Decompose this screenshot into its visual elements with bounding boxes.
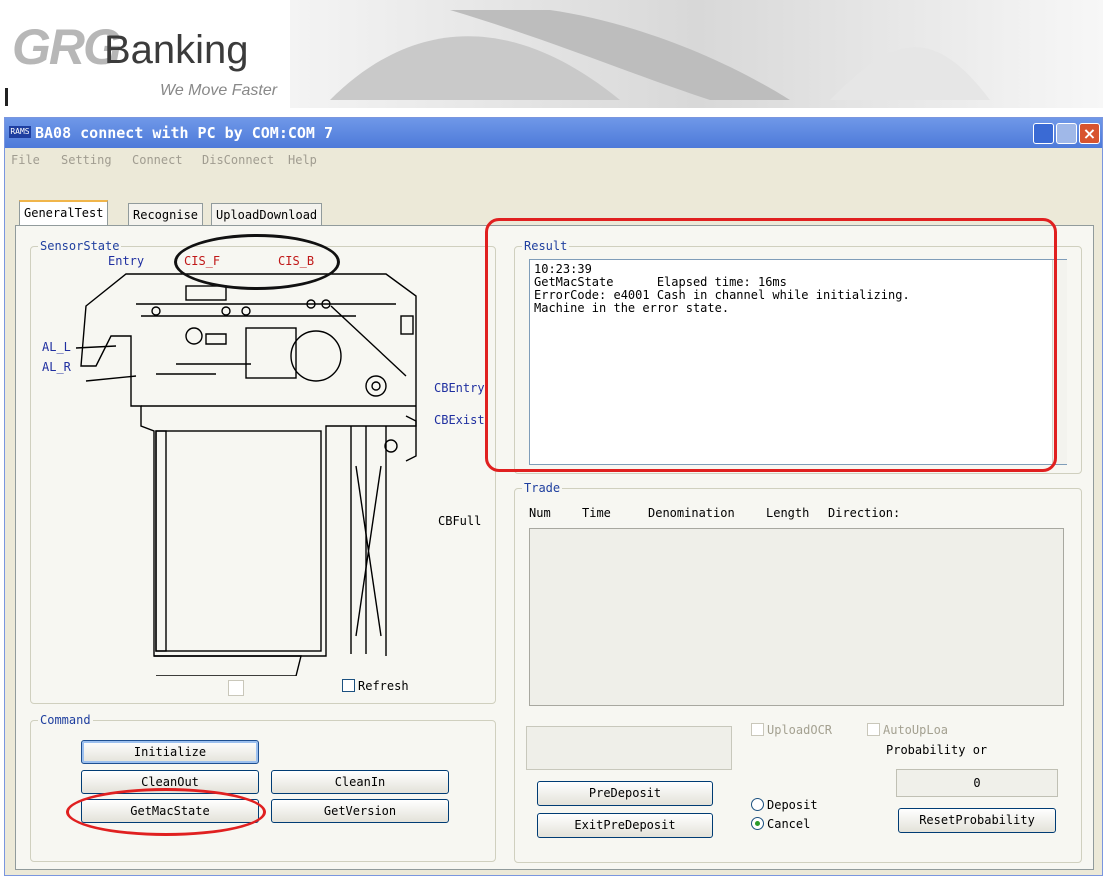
cis-annotation-ellipse (174, 234, 340, 290)
deposit-radio[interactable] (751, 798, 764, 811)
cancel-radio[interactable] (751, 817, 764, 830)
trade-col-time: Time (582, 506, 611, 520)
sensor-cbentry-label: CBEntry (434, 381, 485, 395)
resetprobability-button[interactable]: ResetProbability (898, 808, 1056, 833)
status-box (526, 726, 732, 770)
cleanin-button[interactable]: CleanIn (271, 770, 449, 794)
uploadocr-label: UploadOCR (767, 723, 833, 737)
machine-diagram (75, 273, 417, 676)
sensor-cbexist-label: CBExist (434, 413, 485, 427)
result-annotation-box (485, 218, 1057, 472)
tab-uploaddownload[interactable]: UploadDownload (211, 203, 323, 225)
tab-recognise[interactable]: Recognise (128, 203, 204, 225)
cancel-label: Cancel (767, 817, 811, 831)
tab-panel: SensorState Entry CIS_F CIS_B AL_L AL_R … (15, 218, 1094, 870)
menu-setting[interactable]: Setting (61, 153, 112, 167)
trade-col-denomination: Denomination (648, 506, 735, 520)
maximize-button[interactable] (1056, 123, 1077, 144)
getversion-button[interactable]: GetVersion (271, 799, 449, 823)
menu-connect[interactable]: Connect (132, 153, 183, 167)
app-window: RAMS BA08 connect with PC by COM:COM 7 ×… (4, 117, 1103, 876)
command-label: Command (38, 713, 93, 727)
predeposit-button[interactable]: PreDeposit (537, 781, 713, 806)
menu-file[interactable]: File (11, 153, 40, 167)
initialize-button[interactable]: Initialize (81, 740, 259, 764)
trade-label: Trade (522, 481, 563, 495)
autoupload-label: AutoUpLoa (883, 723, 949, 737)
uploadocr-checkbox (751, 723, 764, 736)
logo-tagline: We Move Faster (160, 82, 278, 99)
divider (5, 88, 8, 106)
sensor-entry-label: Entry (108, 254, 145, 268)
probability-label: Probability or (886, 743, 988, 757)
window-title: BA08 connect with PC by COM:COM 7 (35, 124, 334, 142)
minimize-button[interactable] (1033, 123, 1054, 144)
deposit-label: Deposit (767, 798, 818, 812)
exitpredeposit-button[interactable]: ExitPreDeposit (537, 813, 713, 838)
getmacstate-annotation-ellipse (66, 788, 266, 836)
menu-help[interactable]: Help (288, 153, 317, 167)
sensor-al-r-label: AL_R (42, 360, 71, 374)
trade-col-num: Num (529, 506, 551, 520)
sensor-al-l-label: AL_L (42, 340, 71, 354)
refresh-checkbox[interactable] (342, 679, 355, 692)
trade-col-direction: Direction: (828, 506, 901, 520)
sensor-state-label: SensorState (38, 239, 122, 253)
app-icon: RAMS (9, 126, 31, 138)
menu-bar: File Setting Connect DisConnect Help (5, 148, 1102, 172)
refresh-label: Refresh (358, 679, 409, 693)
trade-list[interactable] (529, 528, 1064, 706)
probability-field[interactable]: 0 (896, 769, 1058, 797)
tab-generaltest[interactable]: GeneralTest (19, 200, 109, 226)
sensor-indicator-checkbox (228, 680, 244, 696)
sensor-cbfull-label: CBFull (438, 514, 482, 528)
banner-swoosh (290, 0, 1103, 108)
close-button[interactable]: × (1079, 123, 1100, 144)
banner: GRG Banking We Move Faster (0, 0, 1103, 108)
trade-col-length: Length (766, 506, 810, 520)
autoupload-checkbox (867, 723, 880, 736)
title-bar: RAMS BA08 connect with PC by COM:COM 7 × (5, 118, 1102, 148)
menu-disconnect[interactable]: DisConnect (202, 153, 274, 167)
radio-selected-dot (755, 821, 760, 826)
logo-banking: Banking (104, 28, 249, 72)
